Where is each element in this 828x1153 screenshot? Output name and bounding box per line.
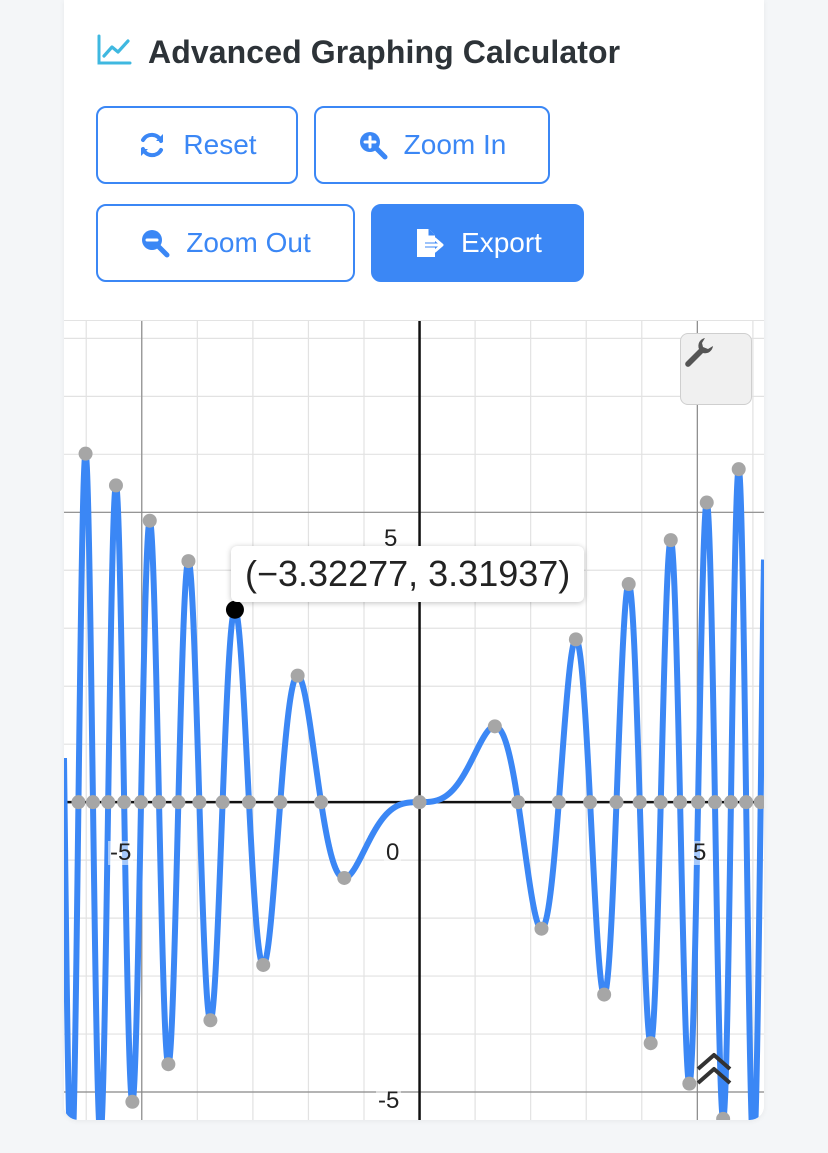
file-export-icon — [413, 227, 445, 259]
critical-point — [609, 795, 624, 810]
critical-point — [707, 795, 722, 810]
critical-point — [142, 513, 157, 528]
refresh-icon — [137, 130, 167, 160]
critical-point — [643, 1036, 658, 1051]
critical-point — [181, 554, 196, 569]
critical-point — [673, 795, 688, 810]
critical-point — [597, 987, 612, 1002]
critical-point — [290, 668, 305, 683]
export-button[interactable]: Export — [371, 204, 584, 282]
critical-point — [71, 795, 86, 810]
critical-point — [583, 795, 598, 810]
tick-label-y-neg: -5 — [376, 1087, 402, 1114]
function-plot[interactable] — [64, 321, 764, 1120]
collapse-button[interactable] — [694, 1049, 740, 1095]
critical-point — [716, 1111, 731, 1120]
critical-point — [134, 795, 149, 810]
critical-point — [691, 795, 706, 810]
critical-point — [731, 462, 746, 477]
critical-point — [663, 533, 678, 548]
app-header: Advanced Graphing Calculator — [96, 30, 620, 74]
critical-point — [723, 795, 738, 810]
point-tooltip: (−3.32277, 3.31937) — [231, 546, 585, 602]
critical-point — [739, 795, 754, 810]
reset-button[interactable]: Reset — [96, 106, 298, 184]
calculator-card: Advanced Graphing Calculator Reset Zoom … — [64, 0, 764, 1120]
chart-line-icon — [96, 34, 132, 71]
critical-point — [511, 795, 526, 810]
critical-point — [108, 478, 123, 493]
selected-point — [225, 600, 244, 619]
settings-button[interactable] — [680, 333, 752, 405]
critical-point — [117, 795, 132, 810]
critical-point — [699, 495, 714, 510]
graph-canvas[interactable]: -5 0 5 5 -5 (−3.32277, 3.31937) — [64, 320, 764, 1120]
critical-point — [215, 795, 230, 810]
critical-point — [256, 957, 271, 972]
zoom-out-icon — [140, 228, 170, 258]
critical-point — [242, 795, 257, 810]
critical-point — [85, 795, 100, 810]
zoom-in-button[interactable]: Zoom In — [314, 106, 550, 184]
reset-label: Reset — [183, 129, 257, 160]
critical-point — [653, 795, 668, 810]
zoom-out-label: Zoom Out — [186, 227, 311, 258]
critical-point — [314, 795, 329, 810]
critical-point — [551, 795, 566, 810]
export-label: Export — [461, 227, 542, 258]
zoom-in-icon — [358, 130, 388, 160]
point-tooltip-text: (−3.32277, 3.31937) — [245, 553, 571, 594]
tick-label-origin: 0 — [384, 839, 402, 866]
critical-point — [534, 921, 549, 936]
critical-point — [487, 719, 502, 734]
critical-point — [78, 446, 93, 461]
critical-point — [621, 577, 636, 592]
critical-point — [192, 795, 207, 810]
critical-point — [753, 795, 764, 810]
app-title: Advanced Graphing Calculator — [148, 33, 621, 70]
critical-point — [171, 795, 186, 810]
critical-point — [125, 1094, 140, 1109]
critical-point — [337, 870, 352, 885]
zoom-in-label: Zoom In — [403, 129, 507, 160]
critical-point — [152, 795, 167, 810]
critical-point — [273, 795, 288, 810]
critical-point — [568, 632, 583, 647]
critical-point — [161, 1057, 176, 1072]
tick-label-x-pos: 5 — [691, 839, 709, 866]
tick-label-x-neg: -5 — [108, 839, 134, 866]
critical-point — [632, 795, 647, 810]
critical-point — [203, 1013, 218, 1028]
critical-point — [101, 795, 116, 810]
critical-point — [412, 795, 427, 810]
zoom-out-button[interactable]: Zoom Out — [96, 204, 355, 282]
